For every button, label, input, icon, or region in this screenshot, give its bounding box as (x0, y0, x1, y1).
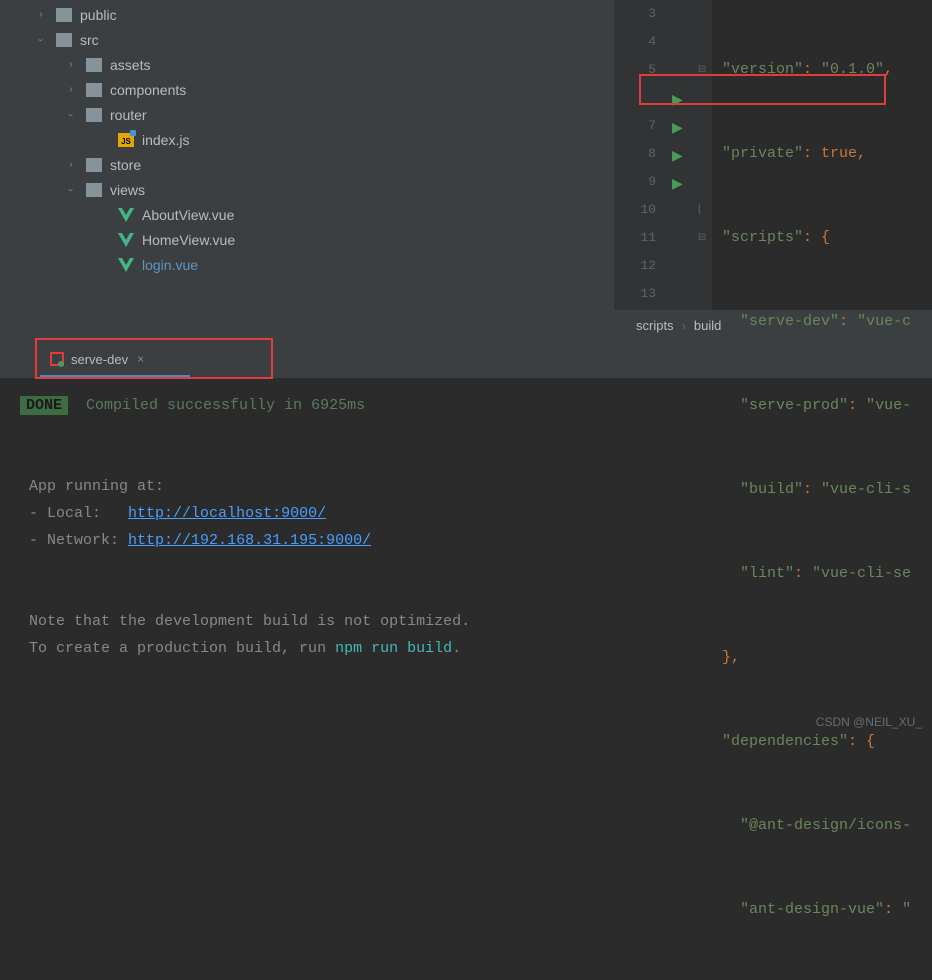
terminal-tabs[interactable]: serve-dev × (0, 340, 932, 378)
chevron-right-icon: › (64, 158, 78, 172)
tree-item-store[interactable]: › store (0, 152, 614, 177)
tree-label: src (80, 32, 99, 48)
tab-label: serve-dev (71, 352, 128, 367)
folder-icon (86, 58, 102, 72)
js-file-icon: JS (118, 133, 134, 147)
close-icon[interactable]: × (137, 352, 144, 366)
run-icon[interactable]: ▶ (672, 147, 683, 164)
tree-label: components (110, 82, 186, 98)
line-gutter: 3 4 5 7 8 9 10 11 12 13 (614, 0, 668, 310)
terminal-line: - Local: (29, 505, 128, 522)
tree-label: views (110, 182, 145, 198)
tree-label: store (110, 157, 141, 173)
folder-icon (86, 183, 102, 197)
terminal-line: App running at: (29, 478, 164, 495)
tree-item-login[interactable]: login.vue (0, 252, 614, 277)
folder-icon (56, 8, 72, 22)
folder-icon (56, 33, 72, 47)
terminal-line: npm run build (335, 640, 452, 657)
tree-item-views[interactable]: › views (0, 177, 614, 202)
tree-item-router[interactable]: › router (0, 102, 614, 127)
run-icon[interactable]: ▶ (672, 91, 683, 108)
vue-file-icon (118, 233, 134, 247)
tree-label: AboutView.vue (142, 207, 234, 223)
vue-file-icon (118, 258, 134, 272)
chevron-right-icon: › (34, 8, 48, 22)
terminal-line: . (452, 640, 461, 657)
terminal-line: - Network: (29, 532, 128, 549)
tree-label: assets (110, 57, 150, 73)
chevron-right-icon: › (64, 83, 78, 97)
chevron-down-icon: › (34, 33, 48, 47)
chevron-down-icon: › (64, 183, 78, 197)
fold-marker[interactable]: ⊟ (698, 64, 706, 75)
network-url-link[interactable]: http://192.168.31.195:9000/ (128, 532, 371, 549)
project-tree[interactable]: ›public ›src ›assets ›components ›router… (0, 0, 614, 340)
tree-item-indexjs[interactable]: JS index.js (0, 127, 614, 152)
fold-marker[interactable]: ⊟ (698, 232, 706, 243)
folder-icon (86, 108, 102, 122)
crumb-scripts[interactable]: scripts (636, 318, 674, 333)
crumb-build[interactable]: build (694, 318, 721, 333)
code-content[interactable]: "version": "0.1.0", "private": true, "sc… (712, 0, 932, 310)
tree-label: router (110, 107, 147, 123)
terminal-line: Compiled successfully in 6925ms (86, 397, 365, 414)
tree-label: public (80, 7, 117, 23)
vue-file-icon (118, 208, 134, 222)
code-editor[interactable]: 3 4 5 7 8 9 10 11 12 13 ▶ ▶ ▶ ▶ ⊟ ⌊ (614, 0, 932, 340)
tree-item-public[interactable]: › public (0, 2, 614, 27)
run-icon[interactable]: ▶ (672, 119, 683, 136)
tree-item-homeview[interactable]: HomeView.vue (0, 227, 614, 252)
status-badge: DONE (20, 396, 68, 415)
fold-marker[interactable]: ⌊ (698, 204, 702, 215)
chevron-down-icon: › (64, 108, 78, 122)
chevron-right-icon: › (682, 318, 686, 333)
tree-label: index.js (142, 132, 189, 148)
tree-item-components[interactable]: › components (0, 77, 614, 102)
tree-item-assets[interactable]: › assets (0, 52, 614, 77)
tree-label: login.vue (142, 257, 198, 273)
terminal-tab-serve-dev[interactable]: serve-dev × (40, 346, 154, 373)
chevron-right-icon: › (64, 58, 78, 72)
tree-item-aboutview[interactable]: AboutView.vue (0, 202, 614, 227)
tree-item-src[interactable]: › src (0, 27, 614, 52)
local-url-link[interactable]: http://localhost:9000/ (128, 505, 326, 522)
tab-indicator (40, 375, 190, 378)
npm-run-icon (50, 352, 64, 366)
watermark: CSDN @NEIL_XU_ (816, 715, 922, 729)
run-icon[interactable]: ▶ (672, 175, 683, 192)
folder-icon (86, 83, 102, 97)
tree-label: HomeView.vue (142, 232, 235, 248)
folder-icon (86, 158, 102, 172)
terminal-line: Note that the development build is not o… (29, 613, 470, 630)
fold-gutter: ⊟ ⌊ ⊟ (696, 0, 712, 310)
terminal-line: To create a production build, run (29, 640, 335, 657)
run-gutter: ▶ ▶ ▶ ▶ (668, 0, 696, 310)
